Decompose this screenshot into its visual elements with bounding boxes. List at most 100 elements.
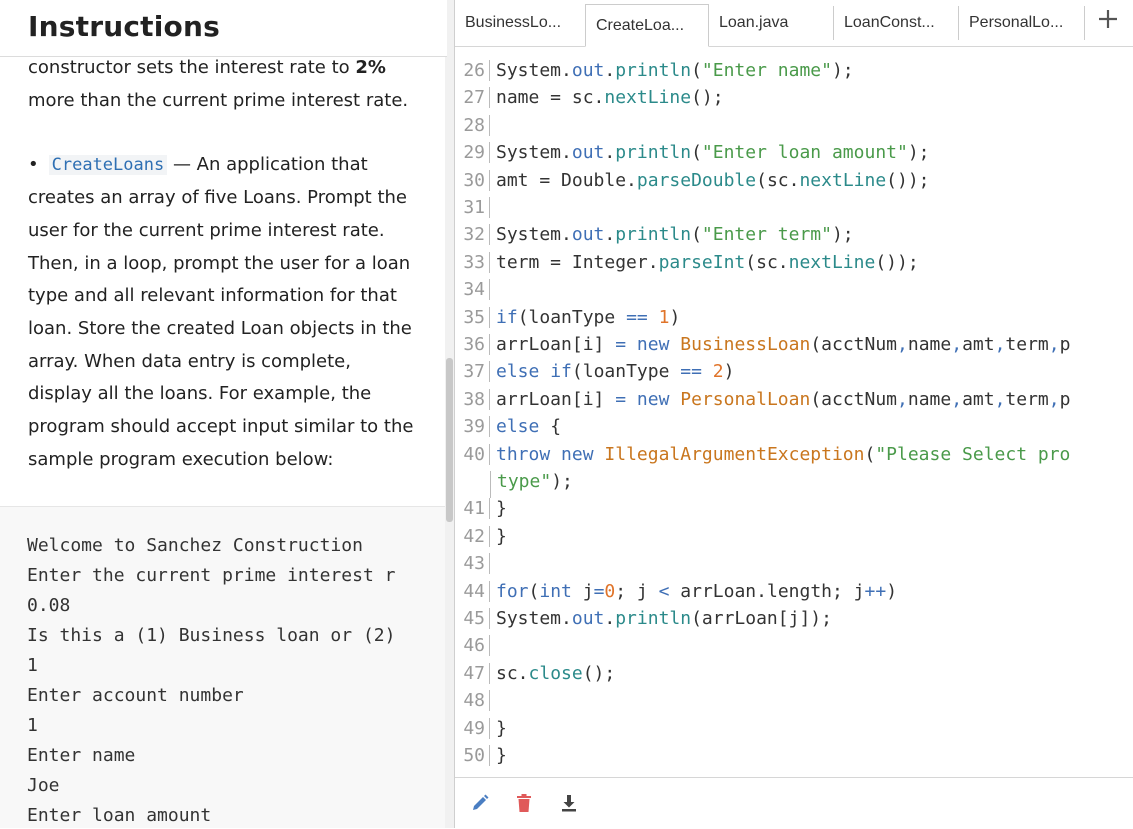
line-number: 48 <box>455 690 490 712</box>
code-token: ()); <box>875 251 919 273</box>
code-token: term <box>1005 334 1049 355</box>
code-token: "Please Select pro <box>875 443 1071 465</box>
code-token: , <box>994 388 1006 410</box>
code-line: 45 System.out.println(arrLoan[j]); <box>455 608 832 635</box>
code-token: if <box>496 306 518 328</box>
code-token: parseDouble <box>636 169 757 191</box>
line-number: 29 <box>455 142 490 164</box>
sample-line: 1 <box>27 715 38 736</box>
instr-line: more than the current prime interest rat… <box>28 89 409 111</box>
code-token: arrLoan[i] <box>496 334 616 355</box>
code-token: , <box>897 388 908 410</box>
code-token: new <box>636 388 670 410</box>
code-token: else <box>496 416 540 438</box>
code-token: (acctNum <box>810 334 898 355</box>
line-number: 27 <box>455 87 490 109</box>
code-token: int <box>539 580 572 602</box>
code-line: 31 <box>455 197 496 224</box>
code-token: println <box>615 224 692 246</box>
code-line: type"); <box>455 471 573 498</box>
code-token: == <box>626 306 648 328</box>
code-token: println <box>615 142 692 164</box>
code-token: . <box>604 608 616 629</box>
code-token: == <box>680 361 702 383</box>
code-token: } <box>496 717 507 739</box>
instructions-text: constructor sets the interest rate to 2%… <box>28 52 423 476</box>
instr-line: loan. Store the created Loan objects in … <box>28 317 412 339</box>
sample-line: Enter loan amount <box>27 805 212 826</box>
tab-createloans[interactable]: CreateLoa... <box>585 4 709 47</box>
tab-loan-java[interactable]: Loan.java <box>709 6 833 40</box>
instr-line: display all the loans. For example, the <box>28 383 372 405</box>
code-token: ); <box>551 471 573 492</box>
code-token: ( <box>691 224 702 246</box>
tab-businessloan[interactable]: BusinessLo... <box>455 6 585 40</box>
code-token: ()); <box>886 169 930 191</box>
code-token: term = Integer. <box>496 251 659 273</box>
editor-panel: BusinessLo... CreateLoa... Loan.java Loa… <box>455 0 1133 829</box>
code-line: 26 System.out.println("Enter name"); <box>455 60 854 87</box>
line-number-continuation <box>455 471 491 498</box>
code-line: 49} <box>455 717 507 745</box>
code-token: p <box>1059 388 1071 410</box>
line-number: 49 <box>455 717 490 739</box>
code-token: arrLoan[i] <box>496 388 616 410</box>
code-line: 44 for(int j=0; j < arrLoan.length; j++) <box>455 580 897 608</box>
tab-loanconstants[interactable]: LoanConst... <box>833 6 958 40</box>
code-token: } <box>496 525 507 547</box>
code-editor[interactable]: 26 System.out.println("Enter name"); 27 nam… <box>455 47 1133 777</box>
code-token: throw <box>496 443 551 465</box>
tab-label: PersonalLo... <box>969 14 1064 31</box>
code-token: (sc. <box>756 169 800 191</box>
scrollbar-thumb[interactable] <box>446 358 453 522</box>
code-token: PersonalLoan <box>680 388 811 410</box>
line-number: 31 <box>455 197 490 218</box>
code-token: nextLine <box>799 169 887 191</box>
code-token: , <box>897 334 908 355</box>
instr-line: sample program execution below: <box>28 448 334 470</box>
editor-toolbar <box>455 777 1133 829</box>
code-line: 46 <box>455 635 496 662</box>
line-number: 37 <box>455 361 490 383</box>
instr-text: constructor sets the interest rate to <box>28 57 356 78</box>
code-token: new <box>561 443 594 465</box>
code-token: System. <box>496 142 572 164</box>
instr-line: user for the current prime interest rate… <box>28 219 385 241</box>
tab-label: CreateLoa... <box>596 16 685 34</box>
code-line: 27 name = sc.nextLine(); <box>455 87 724 114</box>
sample-line: Enter name <box>27 745 136 766</box>
code-token: < <box>658 580 670 602</box>
code-token: for <box>496 580 529 602</box>
code-token: 1 <box>658 306 670 328</box>
pencil-icon[interactable] <box>469 792 491 814</box>
sample-line: Enter account number <box>27 685 244 706</box>
code-token: amt <box>962 334 995 355</box>
plus-icon[interactable] <box>1097 4 1119 38</box>
code-token: = <box>615 388 627 410</box>
code-token: = <box>615 334 627 355</box>
code-line: 48 <box>455 690 496 717</box>
line-number: 36 <box>455 334 490 355</box>
bullet-dot: • <box>28 154 39 176</box>
instr-line: array. When data entry is complete, <box>28 350 351 372</box>
sample-line: Welcome to Sanchez Construction <box>27 535 363 556</box>
code-token: System. <box>496 608 572 629</box>
bullet-item: • CreateLoans — An application that <box>28 149 423 182</box>
page-title: Instructions <box>28 10 220 43</box>
code-token: (); <box>691 87 724 109</box>
code-token: . <box>604 60 616 81</box>
download-icon[interactable] <box>558 792 580 814</box>
instr-line: type and all relevant information for th… <box>28 285 397 307</box>
code-token: ) <box>669 306 681 328</box>
trash-icon[interactable] <box>513 792 535 814</box>
code-token: "Enter loan amount" <box>701 142 908 164</box>
tab-personalloan[interactable]: PersonalLo... <box>958 6 1085 40</box>
instr-text: — An application that <box>167 154 368 176</box>
instructions-panel: constructor sets the interest rate to 2%… <box>0 0 447 828</box>
code-token: new <box>636 334 670 355</box>
instr-line: program should accept input similar to t… <box>28 416 414 438</box>
code-token: ); <box>907 142 930 164</box>
